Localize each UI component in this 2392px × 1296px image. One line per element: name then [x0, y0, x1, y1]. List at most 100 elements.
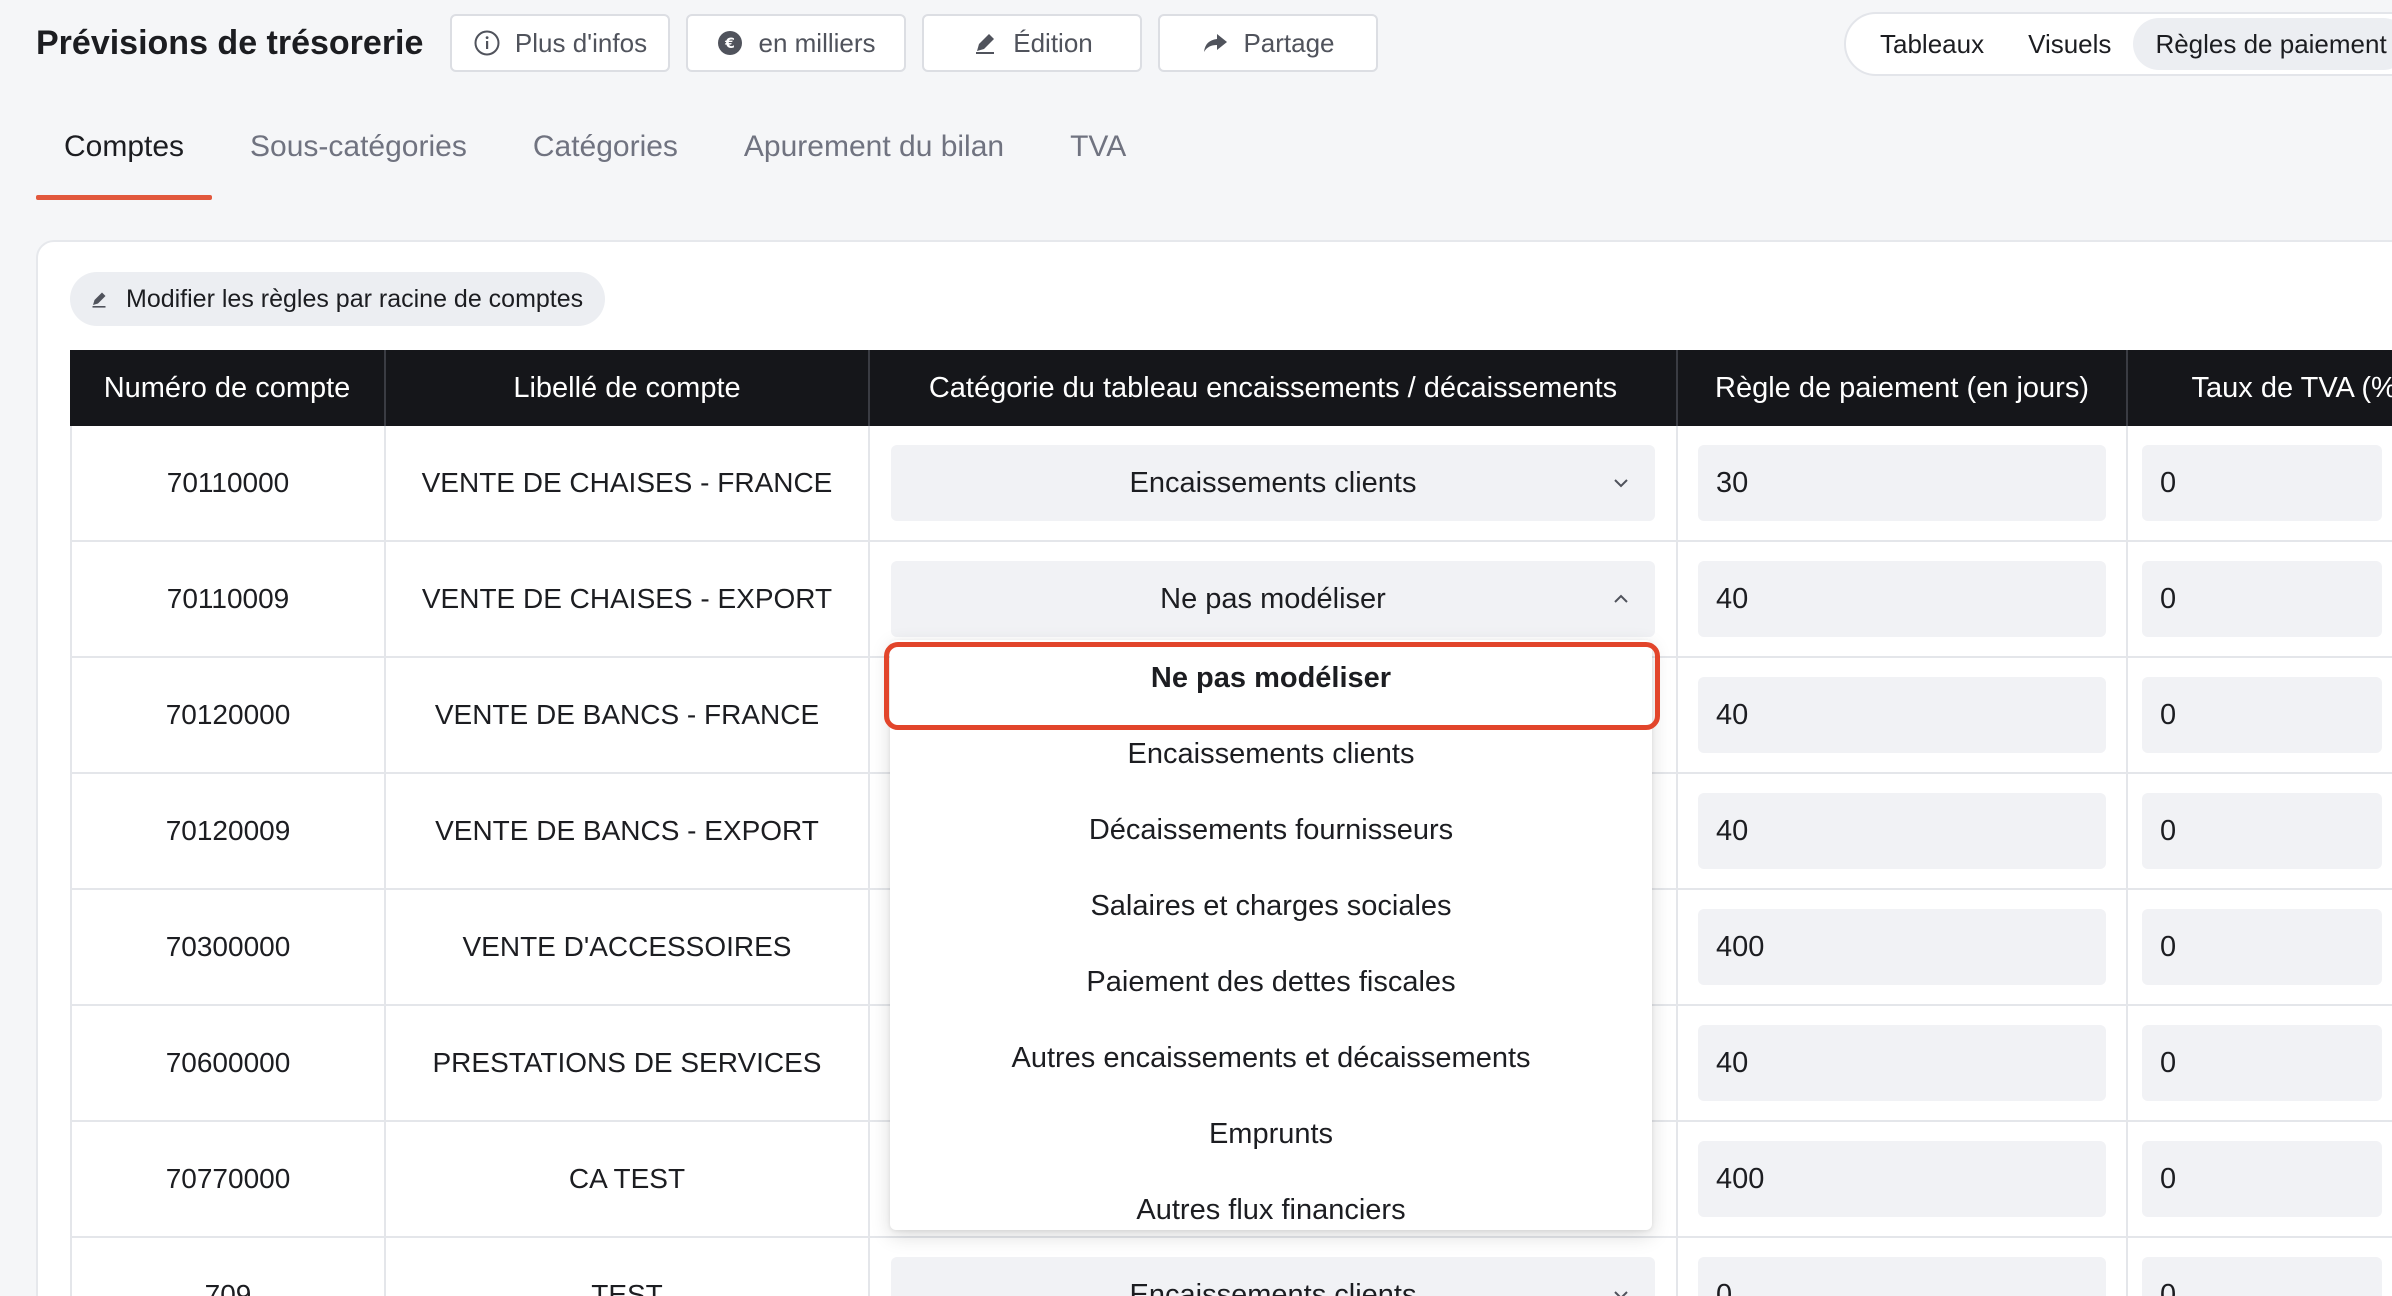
payment-rule-input[interactable]: 400: [1698, 909, 2106, 985]
category-cell: Ne pas modéliser: [870, 542, 1678, 656]
category-dropdown-menu: Ne pas modéliser Encaissements clients D…: [890, 640, 1652, 1230]
edit-button[interactable]: Édition: [922, 14, 1142, 72]
vat-rate-input[interactable]: 0: [2142, 561, 2382, 637]
option-decaissements-fournisseurs[interactable]: Décaissements fournisseurs: [890, 792, 1652, 868]
category-select-open[interactable]: Ne pas modéliser: [891, 561, 1655, 637]
option-paiement-dettes-fiscales[interactable]: Paiement des dettes fiscales: [890, 944, 1652, 1020]
account-label: VENTE DE BANCS - EXPORT: [386, 774, 870, 888]
option-encaissements-clients[interactable]: Encaissements clients: [890, 716, 1652, 792]
payment-rule-input[interactable]: 40: [1698, 1025, 2106, 1101]
account-number: 70120000: [70, 658, 386, 772]
payment-rule-cell: 400: [1678, 1122, 2128, 1236]
edit-label: Édition: [1013, 27, 1093, 58]
share-icon: [1201, 29, 1229, 57]
share-label: Partage: [1243, 27, 1335, 58]
units-button[interactable]: € en milliers: [686, 14, 906, 72]
payment-rule-input[interactable]: 0: [1698, 1257, 2106, 1296]
payment-rule-cell: 40: [1678, 1006, 2128, 1120]
more-info-button[interactable]: Plus d'infos: [450, 14, 670, 72]
option-autres-flux-financiers[interactable]: Autres flux financiers: [890, 1172, 1652, 1230]
table-header: Numéro de compte Libellé de compte Catég…: [70, 350, 2392, 426]
vat-cell: 0: [2128, 1006, 2392, 1120]
account-number: 70770000: [70, 1122, 386, 1236]
tab-comptes[interactable]: Comptes: [36, 112, 213, 200]
account-label: VENTE DE BANCS - FRANCE: [386, 658, 870, 772]
share-button[interactable]: Partage: [1158, 14, 1378, 72]
category-cell: Encaissements clients: [870, 1238, 1678, 1296]
category-select[interactable]: Encaissements clients: [891, 445, 1655, 521]
category-value: Encaissements clients: [1129, 466, 1417, 499]
payment-rule-cell: 400: [1678, 890, 2128, 1004]
top-bar: Prévisions de trésorerie Plus d'infos € …: [0, 0, 2392, 88]
category-select[interactable]: Encaissements clients: [891, 1257, 1655, 1296]
vat-cell: 0: [2128, 426, 2392, 540]
payment-rule-cell: 40: [1678, 542, 2128, 656]
vat-rate-input[interactable]: 0: [2142, 793, 2382, 869]
chevron-down-icon: [1614, 479, 1628, 488]
vat-rate-input[interactable]: 0: [2142, 1141, 2382, 1217]
header-account-number: Numéro de compte: [70, 350, 386, 426]
vat-rate-input[interactable]: 0: [2142, 1025, 2382, 1101]
payment-rule-input[interactable]: 30: [1698, 445, 2106, 521]
page-title: Prévisions de trésorerie: [36, 24, 424, 62]
view-visuels[interactable]: Visuels: [2006, 18, 2133, 70]
view-tableaux[interactable]: Tableaux: [1858, 18, 2006, 70]
units-label: en milliers: [758, 27, 876, 58]
category-cell: Encaissements clients: [870, 426, 1678, 540]
option-emprunts[interactable]: Emprunts: [890, 1096, 1652, 1172]
table-row: 70110000 VENTE DE CHAISES - FRANCE Encai…: [70, 426, 2392, 542]
account-number: 70300000: [70, 890, 386, 1004]
account-label: VENTE DE CHAISES - FRANCE: [386, 426, 870, 540]
more-info-label: Plus d'infos: [514, 27, 648, 58]
payment-rule-input[interactable]: 400: [1698, 1141, 2106, 1217]
account-label: TEST: [386, 1238, 870, 1296]
header-payment-rule: Règle de paiement (en jours): [1678, 350, 2128, 426]
category-value: Ne pas modéliser: [1160, 582, 1386, 615]
account-number: 70110000: [70, 426, 386, 540]
vat-cell: 0: [2128, 774, 2392, 888]
account-number: 70110009: [70, 542, 386, 656]
option-ne-pas-modeliser[interactable]: Ne pas modéliser: [890, 640, 1652, 716]
vat-rate-input[interactable]: 0: [2142, 1257, 2382, 1296]
svg-text:€: €: [725, 36, 736, 52]
payment-rule-input[interactable]: 40: [1698, 677, 2106, 753]
tab-sous-categories[interactable]: Sous-catégories: [222, 112, 495, 200]
tab-apurement-bilan[interactable]: Apurement du bilan: [716, 112, 1032, 200]
info-icon: [473, 29, 501, 57]
edit-rules-by-root-button[interactable]: Modifier les règles par racine de compte…: [70, 272, 606, 326]
payment-rule-cell: 30: [1678, 426, 2128, 540]
account-number: 709: [70, 1238, 386, 1296]
vat-rate-input[interactable]: 0: [2142, 909, 2382, 985]
payment-rule-cell: 40: [1678, 658, 2128, 772]
vat-rate-input[interactable]: 0: [2142, 677, 2382, 753]
edit-rules-label: Modifier les règles par racine de compte…: [126, 284, 584, 313]
view-regles-paiement[interactable]: Règles de paiement: [2133, 18, 2392, 70]
vat-cell: 0: [2128, 542, 2392, 656]
view-switch: Tableaux Visuels Règles de paiement: [1844, 12, 2392, 76]
vat-rate-input[interactable]: 0: [2142, 445, 2382, 521]
pencil-icon: [971, 29, 999, 57]
header-category: Catégorie du tableau encaissements / déc…: [870, 350, 1678, 426]
account-label: CA TEST: [386, 1122, 870, 1236]
option-autres-encaissements-decaissements[interactable]: Autres encaissements et décaissements: [890, 1020, 1652, 1096]
option-salaires-charges-sociales[interactable]: Salaires et charges sociales: [890, 868, 1652, 944]
tab-bar: Comptes Sous-catégories Catégories Apure…: [36, 112, 1164, 200]
header-account-label: Libellé de compte: [386, 350, 870, 426]
vat-cell: 0: [2128, 890, 2392, 1004]
tab-tva[interactable]: TVA: [1042, 112, 1154, 200]
account-label: VENTE D'ACCESSOIRES: [386, 890, 870, 1004]
vat-cell: 0: [2128, 1238, 2392, 1296]
payment-rule-cell: 40: [1678, 774, 2128, 888]
account-number: 70120009: [70, 774, 386, 888]
pencil-icon: [92, 292, 106, 308]
header-vat-rate: Taux de TVA (%): [2191, 371, 2392, 404]
category-value: Encaissements clients: [1129, 1278, 1417, 1296]
currency-icon: €: [716, 29, 744, 57]
payment-rule-input[interactable]: 40: [1698, 561, 2106, 637]
chevron-up-icon: [1614, 594, 1628, 603]
table-row: 709 TEST Encaissements clients 0 0: [70, 1238, 2392, 1296]
tab-categories[interactable]: Catégories: [505, 112, 706, 200]
vat-cell: 0: [2128, 1122, 2392, 1236]
payment-rule-input[interactable]: 40: [1698, 793, 2106, 869]
account-label: VENTE DE CHAISES - EXPORT: [386, 542, 870, 656]
